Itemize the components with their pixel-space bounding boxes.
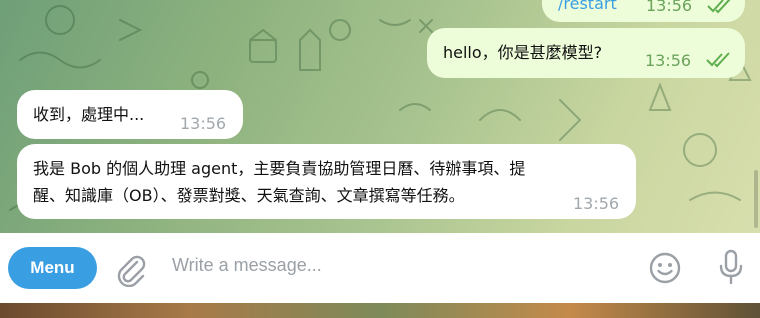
double-check-icon	[706, 52, 730, 68]
paperclip-icon[interactable]	[114, 253, 148, 287]
message-line: 我是 Bob 的個人助理 agent，主要負責協助管理日曆、待辦事項、提	[33, 159, 526, 178]
microphone-icon[interactable]	[716, 249, 746, 287]
message-time: 13:56	[180, 114, 227, 133]
message-text: 收到，處理中...	[33, 105, 145, 124]
message-text: /restart	[558, 0, 617, 13]
message-time: 13:56	[646, 0, 693, 15]
incoming-message[interactable]: 收到，處理中... 13:56	[17, 90, 243, 139]
outgoing-message[interactable]: hello，你是甚麼模型? 13:56	[427, 28, 745, 78]
message-text: hello，你是甚麼模型?	[443, 43, 603, 62]
message-time: 13:56	[645, 51, 692, 70]
chat-history[interactable]: /restart 13:56 hello，你是甚麼模型? 13:56 收到，處理…	[0, 0, 760, 233]
outgoing-message[interactable]: /restart 13:56	[542, 0, 745, 22]
message-composer: Menu Write a message...	[0, 233, 760, 303]
message-text: 我是 Bob 的個人助理 agent，主要負責協助管理日曆、待辦事項、提 醒、知…	[33, 155, 525, 209]
incoming-message[interactable]: 我是 Bob 的個人助理 agent，主要負責協助管理日曆、待辦事項、提 醒、知…	[17, 144, 636, 219]
scrollbar-thumb[interactable]	[754, 170, 758, 228]
menu-button[interactable]: Menu	[8, 247, 97, 289]
message-line: 醒、知識庫（OB）、發票對獎、天氣查詢、文章撰寫等任務。	[33, 186, 465, 205]
double-check-icon	[707, 0, 731, 14]
message-time: 13:56	[573, 194, 620, 213]
desktop-background	[0, 303, 760, 318]
emoji-icon[interactable]	[648, 251, 682, 285]
message-input[interactable]: Write a message...	[172, 255, 612, 281]
